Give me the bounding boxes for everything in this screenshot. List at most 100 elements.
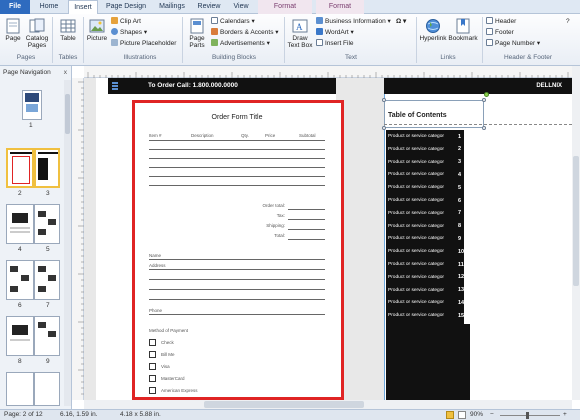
close-icon[interactable]: x — [64, 69, 67, 76]
toc-entry-label[interactable]: Product or service categor — [388, 275, 444, 280]
tab-page-design[interactable]: Page Design — [102, 0, 150, 14]
clip-art-button[interactable]: Clip Art — [111, 17, 141, 26]
header-button[interactable]: Header — [486, 17, 516, 26]
page-thumbnail-8[interactable] — [6, 316, 34, 356]
tab-insert[interactable]: Insert — [68, 0, 98, 15]
catalog-pages-button[interactable]: Catalog Pages — [24, 18, 50, 49]
toc-entry-label[interactable]: Product or service categor — [388, 185, 444, 190]
document-page-3[interactable]: DELLNIX Table of Contents Product or ser… — [382, 78, 572, 400]
resize-handle[interactable] — [482, 98, 486, 102]
check-checkbox[interactable] — [149, 339, 156, 346]
thumb-image — [48, 275, 56, 281]
page-thumbnail-3[interactable] — [34, 148, 60, 188]
toc-entry-label[interactable]: Product or service categor — [388, 288, 444, 293]
footer-button[interactable]: Footer — [486, 28, 514, 37]
draw-text-box-button[interactable]: A Draw Text Box — [287, 18, 313, 49]
horizontal-ruler[interactable] — [84, 66, 572, 78]
page-thumbnail-11[interactable] — [34, 372, 60, 406]
toc-entry-number: 15 — [458, 312, 465, 319]
toc-entry-label[interactable]: Product or service categor — [388, 160, 444, 165]
zoom-slider[interactable] — [500, 415, 560, 416]
shapes-button[interactable]: Shapes ▾ — [111, 28, 147, 37]
tab-mailings[interactable]: Mailings — [154, 0, 190, 14]
mastercard-checkbox[interactable] — [149, 375, 156, 382]
horizontal-scrollbar[interactable] — [84, 400, 572, 409]
visa-checkbox[interactable] — [149, 363, 156, 370]
toc-entry-label[interactable]: Product or service categor — [388, 211, 444, 216]
vertical-ruler[interactable] — [72, 78, 84, 400]
group-divider — [182, 17, 183, 63]
view-single-page-icon[interactable] — [446, 411, 454, 419]
zoom-in-icon[interactable]: + — [563, 410, 567, 420]
toc-entry-label[interactable]: Product or service categor — [388, 134, 444, 139]
page-button[interactable]: Page — [3, 18, 23, 42]
rotation-handle[interactable] — [484, 92, 489, 97]
zoom-level[interactable]: 90% — [470, 410, 483, 420]
toc-entry-label[interactable]: Product or service categor — [388, 147, 444, 152]
toc-entry-label[interactable]: Product or service categor — [388, 172, 444, 177]
page-thumbnail-1[interactable] — [22, 90, 42, 120]
page-parts-button[interactable]: Page Parts — [185, 18, 209, 49]
resize-handle[interactable] — [482, 126, 486, 130]
resize-handle[interactable] — [382, 98, 386, 102]
order-banner[interactable]: To Order Call: 1.800.000.0000 — [108, 78, 336, 94]
page-thumbnail-6[interactable] — [6, 260, 34, 300]
symbol-button[interactable]: Ω ▾ — [396, 17, 406, 26]
calendars-button[interactable]: Calendars ▾ — [211, 17, 255, 26]
wordart-button[interactable]: WordArt ▾ — [316, 28, 354, 37]
view-two-page-icon[interactable] — [458, 411, 466, 419]
page-indicator[interactable]: Page: 2 of 12 — [4, 410, 43, 420]
page-thumbnail-10[interactable] — [6, 372, 34, 406]
page-thumbnail-2[interactable] — [6, 148, 34, 188]
tab-format-textbox[interactable]: Format — [316, 0, 364, 14]
toc-entry-label[interactable]: Product or service categor — [388, 300, 444, 305]
toc-entry-label[interactable]: Product or service categor — [388, 236, 444, 241]
page-thumbnail-9[interactable] — [34, 316, 60, 356]
thumb-cover-block — [25, 93, 39, 102]
scrollbar-thumb[interactable] — [573, 156, 579, 286]
bill-me-checkbox[interactable] — [149, 351, 156, 358]
toc-entry-label[interactable]: Product or service categor — [388, 262, 444, 267]
bookmark-button[interactable]: Bookmark — [448, 18, 478, 42]
scrollbar-thumb[interactable] — [204, 401, 364, 408]
order-form-title[interactable]: Order Form Title — [149, 114, 325, 121]
page-thumbnail-4[interactable] — [6, 204, 34, 244]
table-button[interactable]: Table — [56, 18, 80, 42]
american-express-checkbox[interactable] — [149, 387, 156, 394]
document-page-2[interactable]: To Order Call: 1.800.000.0000 Order Form… — [96, 78, 344, 400]
page-thumbnail-5[interactable] — [34, 204, 60, 244]
tab-review[interactable]: Review — [194, 0, 224, 14]
zoom-out-icon[interactable]: − — [490, 410, 494, 420]
toc-entry-label[interactable]: Product or service categor — [388, 224, 444, 229]
toc-title[interactable]: Table of Contents — [388, 112, 447, 119]
zoom-slider-thumb[interactable] — [526, 412, 529, 419]
toc-entry-label[interactable]: Product or service categor — [388, 198, 444, 203]
tab-file[interactable]: File — [0, 0, 30, 14]
advertisements-label: Advertisements — [220, 40, 265, 47]
toc-list-continued[interactable] — [386, 324, 470, 400]
toc-entry-label[interactable]: Product or service categor — [388, 313, 444, 318]
vertical-scrollbar[interactable] — [572, 66, 580, 400]
help-button[interactable]: ? — [566, 17, 570, 26]
business-information-button[interactable]: Business Information ▾ — [316, 17, 391, 26]
page-banner[interactable]: DELLNIX — [384, 78, 572, 94]
tab-format-drawing[interactable]: Format — [258, 0, 312, 14]
name-label: Name — [149, 253, 162, 258]
order-form-frame[interactable]: Order Form Title Item # Description Qty.… — [132, 100, 344, 400]
page-number-button[interactable]: Page Number ▾ — [486, 39, 540, 48]
insert-file-button[interactable]: Insert File — [316, 39, 354, 48]
tab-home[interactable]: Home — [34, 0, 64, 14]
advertisements-button[interactable]: Advertisements ▾ — [211, 39, 270, 48]
hyperlink-button[interactable]: Hyperlink — [419, 18, 447, 42]
page-thumbnail-7[interactable] — [34, 260, 60, 300]
tab-view[interactable]: View — [228, 0, 254, 14]
scrollbar-thumb[interactable] — [65, 94, 70, 134]
borders-accents-button[interactable]: Borders & Accents ▾ — [211, 28, 279, 37]
thumb-highlight — [12, 156, 30, 184]
document-canvas[interactable]: To Order Call: 1.800.000.0000 Order Form… — [84, 78, 572, 400]
toc-entry-label[interactable]: Product or service categor — [388, 249, 444, 254]
page-navigation-scrollbar[interactable] — [64, 80, 71, 406]
picture-placeholder-button[interactable]: Picture Placeholder — [111, 39, 176, 48]
picture-button[interactable]: Picture — [86, 18, 108, 42]
picture-icon — [89, 19, 105, 33]
